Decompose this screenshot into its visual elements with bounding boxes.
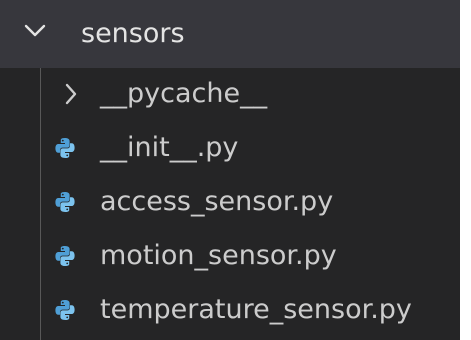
- tree-item-pycache[interactable]: __pycache__: [0, 68, 460, 122]
- tree-item-init-py[interactable]: __init__.py: [0, 122, 460, 176]
- tree-item-label: access_sensor.py: [100, 186, 334, 217]
- window-edge: [460, 0, 471, 340]
- tree-item-label: motion_sensor.py: [100, 240, 337, 271]
- chevron-down-icon[interactable]: [24, 24, 46, 38]
- python-icon: [55, 300, 75, 320]
- tree-item-motion-sensor-py[interactable]: motion_sensor.py: [0, 230, 460, 284]
- tree-item-label: temperature_sensor.py: [100, 294, 412, 325]
- folder-row-sensors[interactable]: sensors: [0, 0, 460, 68]
- python-icon: [55, 246, 75, 266]
- folder-label: sensors: [81, 18, 185, 49]
- file-explorer: sensors __pycache__ __init__.py access_s…: [0, 0, 471, 340]
- tree-item-label: __pycache__: [100, 78, 268, 109]
- chevron-right-icon[interactable]: [64, 82, 78, 106]
- python-icon: [55, 192, 75, 212]
- tree-item-access-sensor-py[interactable]: access_sensor.py: [0, 176, 460, 230]
- python-icon: [55, 138, 75, 158]
- tree-item-temperature-sensor-py[interactable]: temperature_sensor.py: [0, 284, 460, 338]
- tree-item-label: __init__.py: [100, 132, 239, 163]
